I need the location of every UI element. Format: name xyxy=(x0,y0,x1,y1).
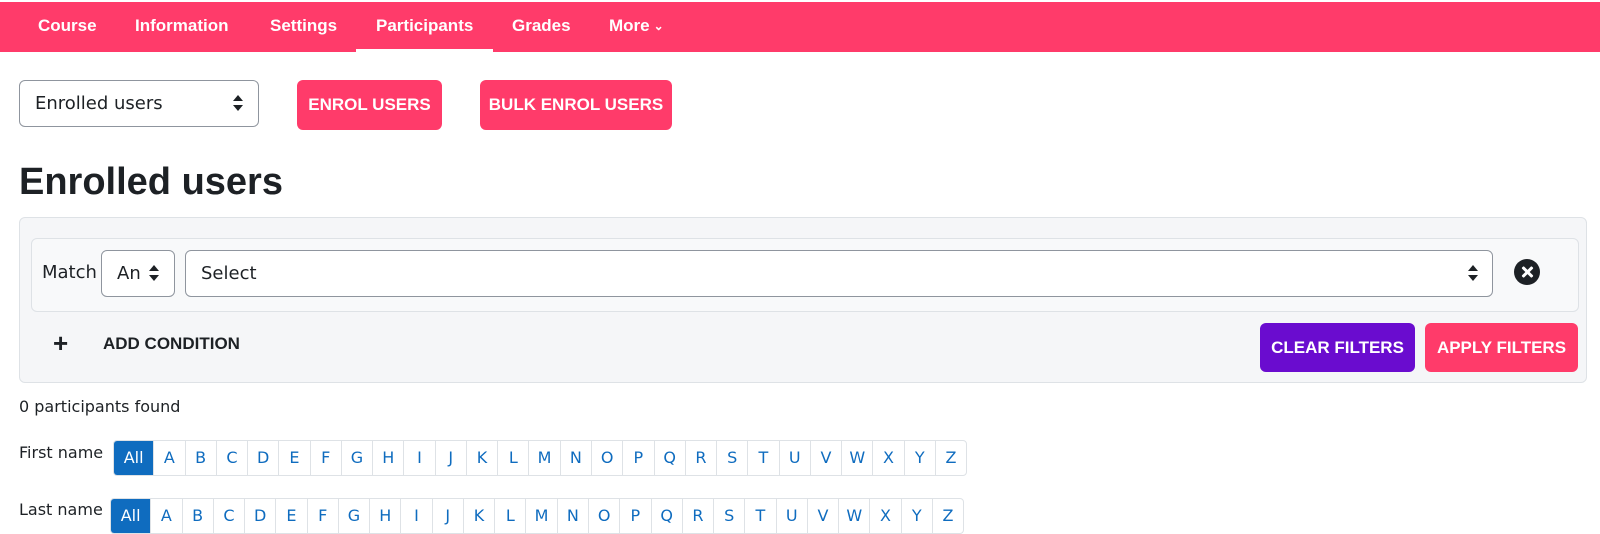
last-name-initial-w[interactable]: W xyxy=(838,499,869,533)
last-name-initial-v[interactable]: V xyxy=(806,499,838,533)
last-name-initial-e[interactable]: E xyxy=(275,499,306,533)
condition-type-select[interactable]: Select xyxy=(185,250,1493,297)
participants-count: 0 participants found xyxy=(19,397,181,416)
view-select-value: Enrolled users xyxy=(35,93,163,114)
remove-condition-icon[interactable] xyxy=(1514,259,1540,285)
first-name-initial-b[interactable]: B xyxy=(184,441,216,475)
nav-information[interactable]: Information xyxy=(135,2,229,52)
last-name-initial-k[interactable]: K xyxy=(462,499,494,533)
first-name-initial-f[interactable]: F xyxy=(309,441,341,475)
last-name-initial-f[interactable]: F xyxy=(306,499,338,533)
course-navigation: Course Information Settings Participants… xyxy=(0,2,1600,52)
match-select[interactable]: An xyxy=(101,250,175,297)
nav-more-label: More xyxy=(609,16,650,35)
last-name-initial-h[interactable]: H xyxy=(369,499,400,533)
first-name-initial-y[interactable]: Y xyxy=(903,441,935,475)
first-name-initial-w[interactable]: W xyxy=(841,441,872,475)
last-name-initial-t[interactable]: T xyxy=(744,499,775,533)
last-name-initial-g[interactable]: G xyxy=(337,499,369,533)
last-name-initial-i[interactable]: I xyxy=(400,499,431,533)
last-name-initial-u[interactable]: U xyxy=(775,499,807,533)
first-name-initial-o[interactable]: O xyxy=(590,441,622,475)
nav-more[interactable]: More ⌄ xyxy=(609,2,664,52)
chevron-down-icon: ⌄ xyxy=(653,19,664,33)
first-name-initial-d[interactable]: D xyxy=(247,441,278,475)
last-name-initial-j[interactable]: J xyxy=(431,499,463,533)
first-name-initial-s[interactable]: S xyxy=(716,441,747,475)
first-name-initial-i[interactable]: I xyxy=(403,441,434,475)
match-label: Match xyxy=(42,262,97,283)
first-name-initial-z[interactable]: Z xyxy=(934,441,966,475)
sort-updown-icon xyxy=(1468,265,1478,281)
sort-updown-icon xyxy=(233,95,243,111)
first-name-initial-k[interactable]: K xyxy=(465,441,497,475)
first-name-initial-j[interactable]: J xyxy=(434,441,466,475)
first-name-initial-l[interactable]: L xyxy=(497,441,528,475)
first-name-initial-t[interactable]: T xyxy=(747,441,778,475)
last-name-initial-d[interactable]: D xyxy=(244,499,275,533)
last-name-initial-s[interactable]: S xyxy=(713,499,744,533)
last-name-initial-x[interactable]: X xyxy=(869,499,900,533)
first-name-initial-r[interactable]: R xyxy=(684,441,716,475)
view-select[interactable]: Enrolled users xyxy=(19,80,259,127)
first-name-initial-q[interactable]: Q xyxy=(653,441,685,475)
filter-condition-row: Match An Select xyxy=(31,238,1579,312)
nav-participants[interactable]: Participants xyxy=(355,2,494,52)
first-name-initial-e[interactable]: E xyxy=(278,441,309,475)
first-name-label: First name xyxy=(19,443,104,462)
last-name-initial-q[interactable]: Q xyxy=(650,499,682,533)
first-name-initial-u[interactable]: U xyxy=(778,441,810,475)
last-name-initial-c[interactable]: C xyxy=(212,499,244,533)
last-name-initial-all[interactable]: All xyxy=(111,499,151,533)
nav-course[interactable]: Course xyxy=(38,2,97,52)
apply-filters-button[interactable]: APPLY FILTERS xyxy=(1425,323,1578,372)
match-select-value: An xyxy=(117,263,141,284)
enrol-users-button[interactable]: ENROL USERS xyxy=(297,80,442,130)
last-name-initial-m[interactable]: M xyxy=(525,499,556,533)
sort-updown-icon xyxy=(149,265,159,281)
last-name-initial-l[interactable]: L xyxy=(494,499,525,533)
first-name-initial-m[interactable]: M xyxy=(528,441,559,475)
last-name-initial-n[interactable]: N xyxy=(556,499,588,533)
first-name-initial-v[interactable]: V xyxy=(809,441,841,475)
clear-filters-button[interactable]: CLEAR FILTERS xyxy=(1260,323,1415,372)
first-name-initial-n[interactable]: N xyxy=(559,441,591,475)
last-name-initial-a[interactable]: A xyxy=(150,499,181,533)
nav-grades[interactable]: Grades xyxy=(512,2,571,52)
plus-icon[interactable]: + xyxy=(53,330,68,356)
last-name-initials-bar: All A B C D E F G H I J K L M N O P Q R S T U V W X Y Z xyxy=(110,498,964,534)
condition-type-value: Select xyxy=(201,263,257,284)
filter-panel: Match An Select + ADD CONDITION CLEAR FI… xyxy=(19,217,1587,383)
last-name-initial-o[interactable]: O xyxy=(587,499,619,533)
first-name-initial-all[interactable]: All xyxy=(114,441,154,475)
bulk-enrol-users-button[interactable]: BULK ENROL USERS xyxy=(480,80,672,130)
last-name-initial-b[interactable]: B xyxy=(181,499,213,533)
nav-settings[interactable]: Settings xyxy=(270,2,337,52)
add-condition-button[interactable]: ADD CONDITION xyxy=(103,332,240,356)
last-name-initial-y[interactable]: Y xyxy=(900,499,932,533)
last-name-initial-p[interactable]: P xyxy=(619,499,650,533)
first-name-initial-p[interactable]: P xyxy=(622,441,653,475)
first-name-initial-x[interactable]: X xyxy=(872,441,903,475)
first-name-initial-h[interactable]: H xyxy=(372,441,403,475)
last-name-initial-r[interactable]: R xyxy=(681,499,713,533)
last-name-label: Last name xyxy=(19,500,103,519)
last-name-initial-z[interactable]: Z xyxy=(931,499,963,533)
first-name-initials-bar: All A B C D E F G H I J K L M N O P Q R S T U V W X Y Z xyxy=(113,440,967,476)
first-name-initial-a[interactable]: A xyxy=(153,441,184,475)
first-name-initial-c[interactable]: C xyxy=(215,441,247,475)
first-name-initial-g[interactable]: G xyxy=(340,441,372,475)
page-title: Enrolled users xyxy=(19,161,283,203)
